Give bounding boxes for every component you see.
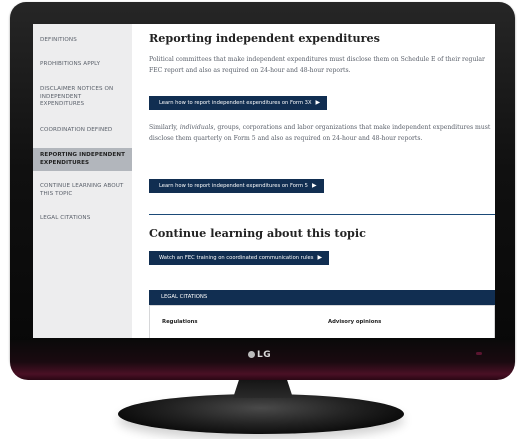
lg-logo-icon (248, 351, 255, 358)
form-3x-button-label: Learn how to report independent expendit… (159, 100, 312, 106)
sidebar-item-definitions[interactable]: DEFINITIONS (33, 24, 132, 45)
individuals-paragraph-lead: Similarly, (149, 124, 180, 131)
play-arrow-icon: ▶ (311, 182, 317, 189)
fec-training-button-label: Watch an FEC training on coordinated com… (159, 255, 314, 261)
sidebar-item-prohibitions[interactable]: PROHIBITIONS APPLY (33, 61, 132, 69)
tv-brand-text: LG (257, 350, 272, 360)
play-arrow-icon: ▶ (315, 99, 321, 106)
form-3x-button[interactable]: Learn how to report independent expendit… (149, 96, 328, 110)
legal-citations-panel: Regulations Advisory opinions (149, 305, 495, 338)
section-divider (149, 214, 495, 215)
page-title: Reporting independent expenditures (149, 31, 380, 45)
sidebar-item-disclaimer-notices[interactable]: DISCLAIMER NOTICES ON INDEPENDENT EXPEND… (33, 86, 132, 109)
fec-training-button[interactable]: Watch an FEC training on coordinated com… (149, 251, 330, 265)
form-5-button[interactable]: Learn how to report independent expendit… (149, 179, 324, 193)
tv-brand-logo: LG (248, 350, 271, 360)
tv-bezel-bottom (10, 340, 515, 380)
individuals-paragraph: Similarly, individuals, groups, corporat… (149, 122, 495, 144)
tv-screen: DEFINITIONS PROHIBITIONS APPLY DISCLAIME… (33, 24, 495, 338)
sidebar-item-legal-citations[interactable]: LEGAL CITATIONS (33, 215, 132, 223)
sidebar-item-reporting[interactable]: REPORTING INDEPENDENT EXPENDITURES (33, 148, 132, 171)
play-arrow-icon: ▶ (317, 254, 323, 261)
power-indicator (476, 352, 482, 355)
form-5-button-label: Learn how to report independent expendit… (159, 183, 308, 189)
sidebar-item-coordination[interactable]: COORDINATION DEFINED (33, 127, 132, 135)
regulations-column-header: Regulations (162, 319, 198, 325)
continue-learning-heading: Continue learning about this topic (149, 226, 366, 240)
tv-stand-base (118, 394, 404, 434)
sidebar-nav: DEFINITIONS PROHIBITIONS APPLY DISCLAIME… (33, 24, 132, 338)
legal-citations-header: LEGAL CITATIONS (149, 290, 495, 305)
main-content: Reporting independent expenditures Polit… (149, 24, 495, 338)
advisory-opinions-column-header: Advisory opinions (328, 319, 382, 325)
sidebar-item-continue-learning[interactable]: CONTINUE LEARNING ABOUT THIS TOPIC (33, 183, 132, 198)
intro-paragraph: Political committees that make independe… (149, 56, 485, 74)
individuals-emphasis: individuals (179, 124, 214, 131)
legal-citations-title: LEGAL CITATIONS (161, 294, 208, 300)
